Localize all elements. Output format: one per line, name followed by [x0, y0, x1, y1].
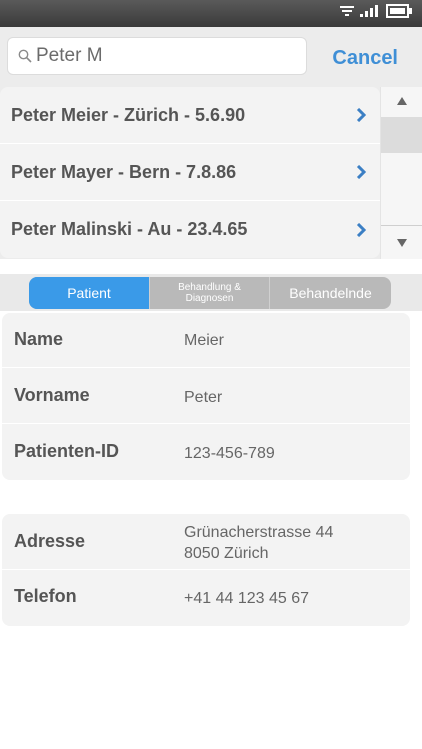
- result-row[interactable]: Peter Meier - Zürich - 5.6.90: [0, 87, 380, 144]
- result-label: Peter Meier - Zürich - 5.6.90: [11, 104, 246, 125]
- adresse-row: Adresse Grünacherstrasse 44 8050 Zürich: [2, 514, 410, 570]
- search-icon: [18, 49, 32, 63]
- vorname-value: Peter: [184, 389, 223, 406]
- triangle-down-icon: [397, 238, 407, 247]
- scroll-down-button[interactable]: [381, 225, 422, 259]
- status-bar: [0, 0, 422, 27]
- patient-id-value: 123-456-789: [184, 445, 275, 462]
- results-list: Peter Meier - Zürich - 5.6.90 Peter Maye…: [0, 87, 380, 259]
- result-row[interactable]: Peter Malinski - Au - 23.4.65: [0, 201, 380, 258]
- patient-id-label: Patienten-ID: [14, 441, 120, 461]
- name-label: Name: [14, 329, 64, 349]
- tab-label-line2: Diagnosen: [185, 293, 234, 304]
- results-scrollbar[interactable]: [380, 87, 422, 259]
- telefon-value: +41 44 123 45 67: [184, 590, 310, 607]
- tab-bar: Patient Behandlung & Diagnosen Behandeln…: [0, 274, 422, 311]
- tab-behandelnde[interactable]: Behandelnde: [270, 277, 391, 309]
- patient-id-row: Patienten-ID 123-456-789: [2, 424, 410, 480]
- patient-info-card: Name Meier Vorname Peter Patienten-ID 12…: [2, 313, 410, 480]
- tab-behandlung-diagnosen[interactable]: Behandlung & Diagnosen: [150, 277, 270, 309]
- battery-icon: [386, 4, 412, 18]
- segmented-control: Patient Behandlung & Diagnosen Behandeln…: [29, 277, 391, 309]
- adresse-line1: Grünacherstrasse 44: [184, 524, 334, 541]
- vorname-label: Vorname: [14, 385, 90, 405]
- search-input[interactable]: [36, 45, 296, 67]
- chevron-right-icon: [356, 165, 366, 179]
- chevron-right-icon: [356, 108, 366, 122]
- telefon-row: Telefon +41 44 123 45 67: [2, 570, 410, 626]
- result-label: Peter Malinski - Au - 23.4.65: [11, 219, 248, 239]
- adresse-line2: 8050 Zürich: [184, 545, 269, 562]
- search-bar: Cancel: [0, 27, 422, 87]
- status-icons: [340, 4, 412, 18]
- adresse-label: Adresse: [14, 531, 86, 551]
- tab-patient[interactable]: Patient: [29, 277, 150, 309]
- contact-info-card: Adresse Grünacherstrasse 44 8050 Zürich …: [2, 514, 410, 626]
- result-row[interactable]: Peter Mayer - Bern - 7.8.86: [0, 144, 380, 201]
- result-label: Peter Mayer - Bern - 7.8.86: [11, 161, 237, 182]
- telefon-label: Telefon: [14, 586, 77, 606]
- vorname-row: Vorname Peter: [2, 368, 410, 424]
- scroll-thumb[interactable]: [381, 117, 422, 153]
- chevron-right-icon: [356, 222, 366, 237]
- scroll-up-button[interactable]: [381, 87, 422, 115]
- name-row: Name Meier: [2, 313, 410, 368]
- search-field[interactable]: [7, 37, 307, 75]
- triangle-up-icon: [397, 97, 407, 105]
- signal-icon: [360, 5, 378, 17]
- name-value: Meier: [184, 332, 225, 349]
- cancel-button[interactable]: Cancel: [332, 47, 398, 70]
- wifi-icon: [340, 6, 354, 16]
- tab-label-line1: Behandlung &: [178, 282, 241, 293]
